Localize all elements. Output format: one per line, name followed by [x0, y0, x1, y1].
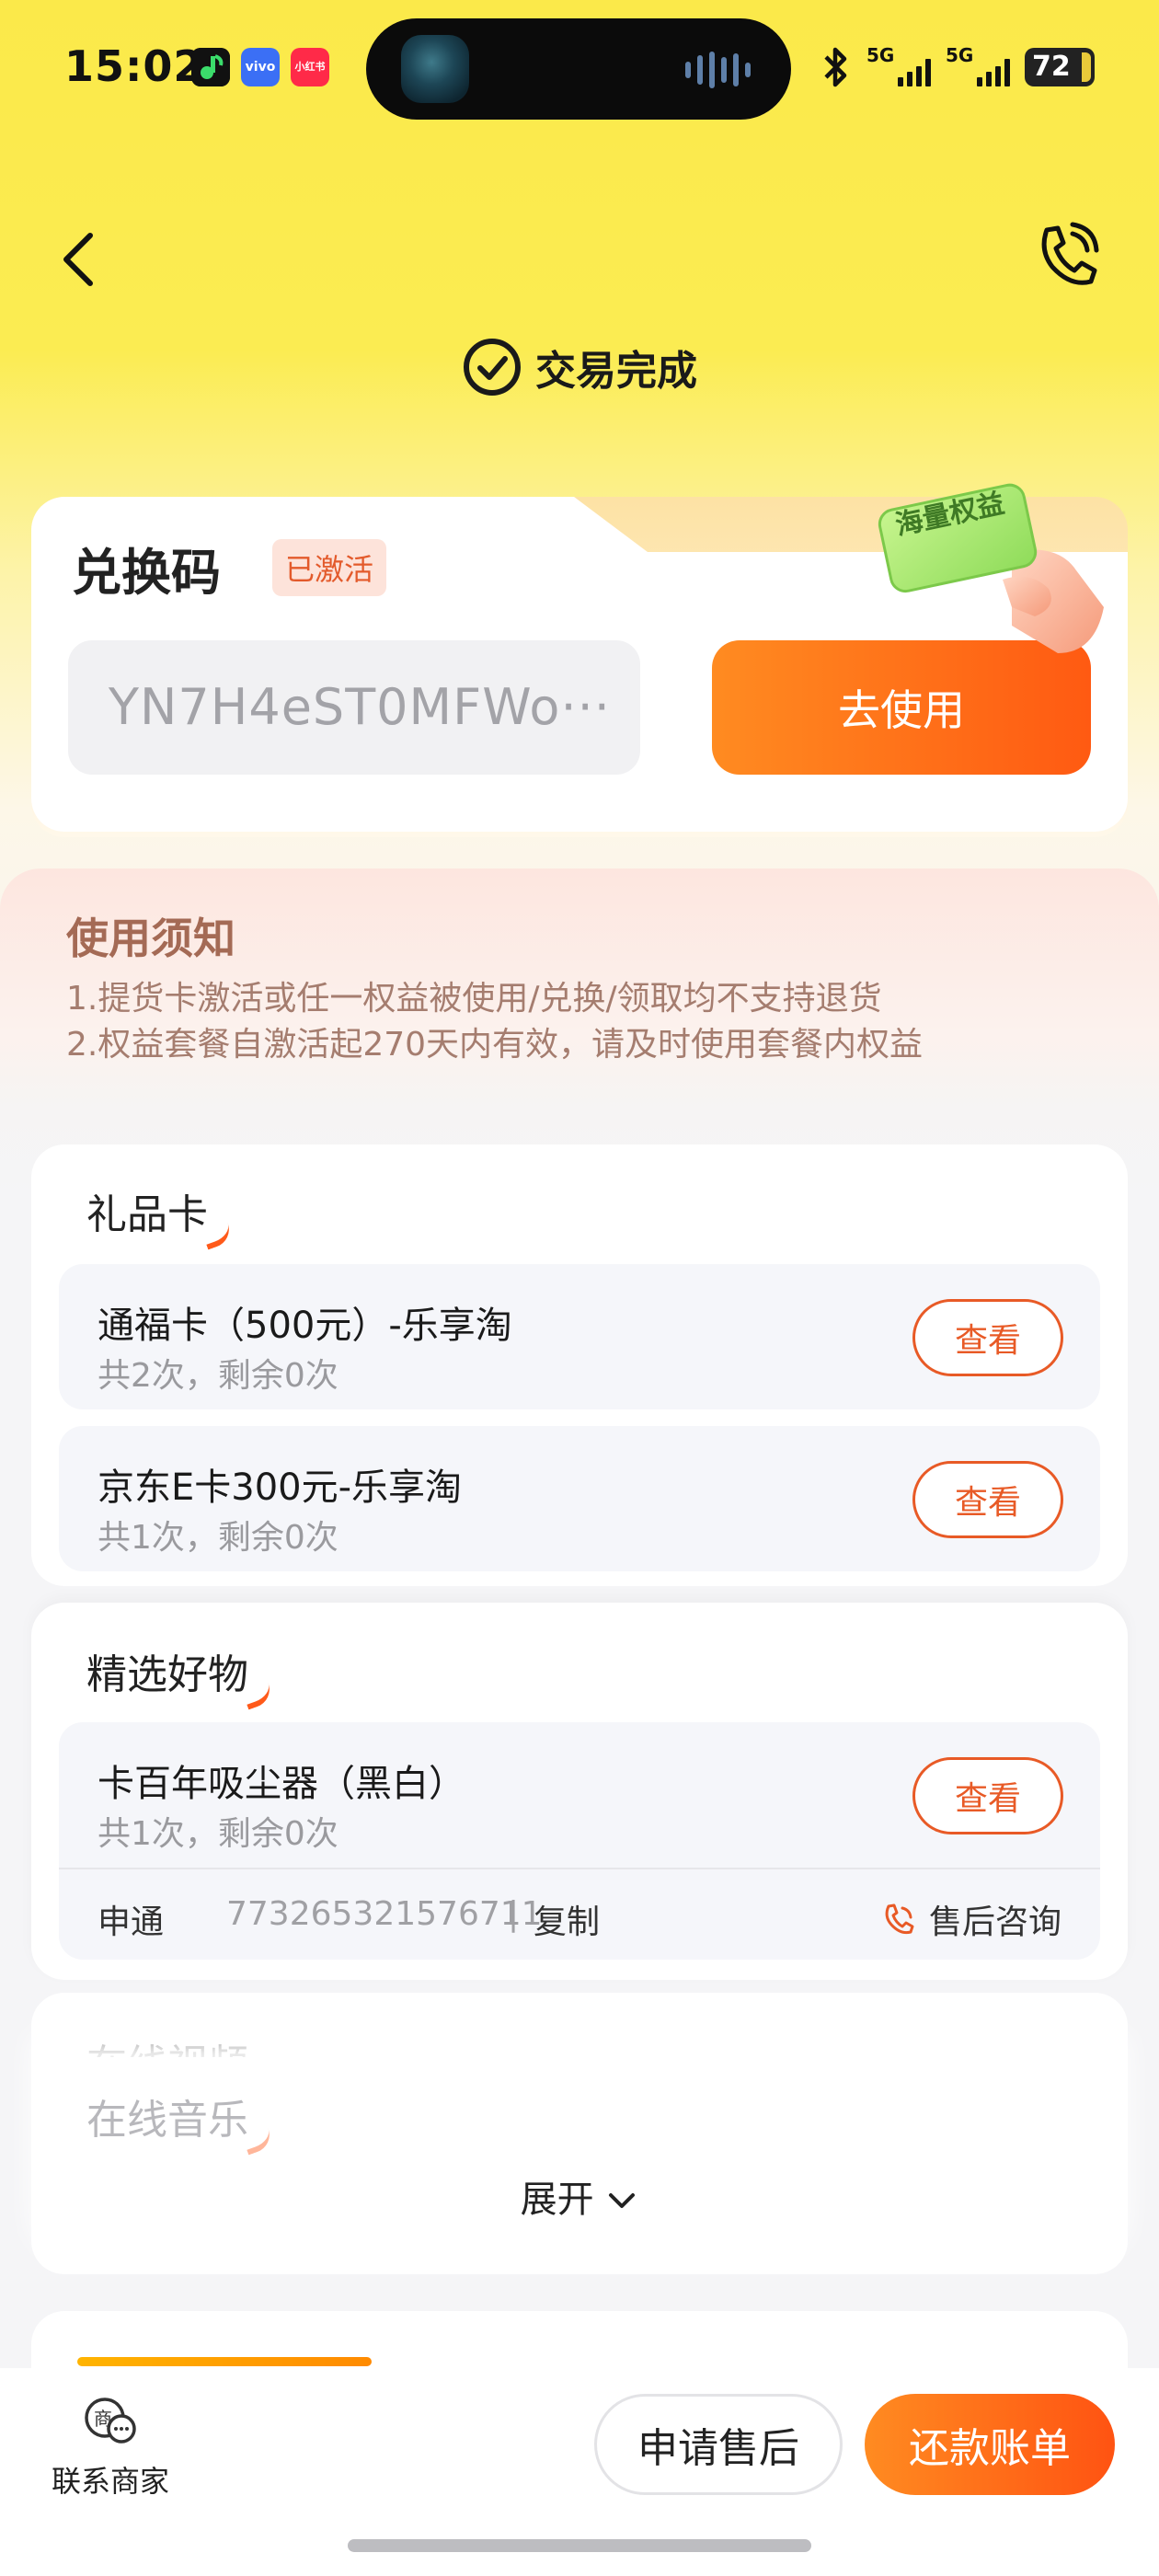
- check-circle-icon: [464, 339, 521, 396]
- tracking-number: 773265321576711: [226, 1895, 543, 1933]
- audio-wave-icon: [685, 52, 751, 88]
- status-badge: 已激活: [272, 539, 387, 596]
- planet-icon: [401, 35, 469, 103]
- expand-button[interactable]: 展开: [31, 2169, 1128, 2223]
- section-title: 礼品卡: [86, 1181, 235, 1250]
- gift-card-section: 礼品卡 通福卡（500元）-乐享淘 共2次，剩余0次 查看 京东E卡300元-乐…: [31, 1144, 1128, 1586]
- usage-notice: 使用须知 1.提货卡激活或任一权益被使用/兑换/领取均不支持退货 2.权益套餐自…: [0, 868, 1159, 1108]
- view-button[interactable]: 查看: [912, 1299, 1063, 1376]
- status-time: 15:02: [64, 41, 204, 91]
- signal-1-icon: 5G: [866, 44, 931, 90]
- item-name: 通福卡（500元）-乐享淘: [98, 1305, 512, 1347]
- bluetooth-icon: [824, 47, 847, 87]
- back-button[interactable]: [57, 230, 103, 289]
- item-usage: 共1次，剩余0次: [98, 1815, 339, 1853]
- contact-label: 联系商家: [51, 2464, 169, 2499]
- page-title: 交易完成: [535, 348, 697, 395]
- bottom-action-bar: 商 联系商家 申请售后 还款账单: [0, 2368, 1159, 2576]
- notice-line: 1.提货卡激活或任一权益被使用/兑换/领取均不支持退货: [66, 980, 882, 1018]
- view-button[interactable]: 查看: [912, 1461, 1063, 1538]
- home-indicator[interactable]: [348, 2539, 811, 2552]
- contact-merchant-button[interactable]: 商 联系商家: [37, 2394, 184, 2501]
- section-title: 在线音乐: [86, 2087, 275, 2156]
- battery-icon: 72: [1025, 48, 1095, 86]
- list-item: 卡百年吸尘器（黑白） 共1次，剩余0次 查看: [59, 1722, 1100, 1868]
- music-app-icon: [191, 48, 230, 86]
- goods-section: 精选好物 卡百年吸尘器（黑白） 共1次，剩余0次 查看 申通 773265321…: [31, 1603, 1128, 1980]
- item-name: 卡百年吸尘器（黑白）: [98, 1763, 465, 1805]
- notice-title: 使用须知: [66, 914, 235, 963]
- phone-icon: [885, 1903, 914, 1935]
- shipping-row: 申通 773265321576711 | 复制 售后咨询: [59, 1868, 1100, 1960]
- carrier-name: 申通: [98, 1903, 165, 1941]
- chat-merchant-icon: 商: [85, 2398, 136, 2444]
- list-item: 通福卡（500元）-乐享淘 共2次，剩余0次 查看: [59, 1264, 1100, 1409]
- chevron-left-icon: [63, 233, 93, 286]
- redeem-label: 兑换码: [66, 532, 221, 604]
- section-title: 精选好物: [86, 1641, 275, 1710]
- repayment-bill-button[interactable]: 还款账单: [865, 2394, 1115, 2495]
- item-usage: 共2次，剩余0次: [98, 1357, 339, 1395]
- svg-text:商: 商: [94, 2408, 112, 2430]
- signal-2-icon: 5G: [946, 44, 1010, 90]
- notice-line: 2.权益套餐自激活起270天内有效，请及时使用套餐内权益: [66, 1026, 924, 1064]
- redeem-code-field[interactable]: YN7H4eST0MFWo···: [68, 640, 640, 775]
- item-name: 京东E卡300元-乐享淘: [98, 1466, 463, 1509]
- call-button[interactable]: [1034, 221, 1100, 293]
- copy-button[interactable]: 复制: [534, 1895, 600, 1943]
- aftersale-consult-button[interactable]: 售后咨询: [881, 1895, 1061, 1943]
- view-button[interactable]: 查看: [912, 1757, 1063, 1834]
- phone-icon: [1041, 222, 1099, 285]
- status-bar: 15:02 vivo 小红书 5G 5G 72: [0, 0, 1159, 138]
- expand-panel: 在线音乐 展开: [31, 2057, 1128, 2274]
- xiaohongshu-app-icon: 小红书: [291, 48, 329, 86]
- item-usage: 共1次，剩余0次: [98, 1519, 339, 1557]
- vivo-app-icon: vivo: [241, 48, 280, 86]
- list-item: 京东E卡300元-乐享淘 共1次，剩余0次 查看: [59, 1426, 1100, 1571]
- apply-aftersale-button[interactable]: 申请售后: [594, 2394, 843, 2495]
- chevron-down-icon: [609, 2193, 636, 2208]
- dynamic-island: [366, 18, 791, 120]
- divider: |: [508, 1895, 520, 1933]
- section-accent-bar: [77, 2357, 372, 2366]
